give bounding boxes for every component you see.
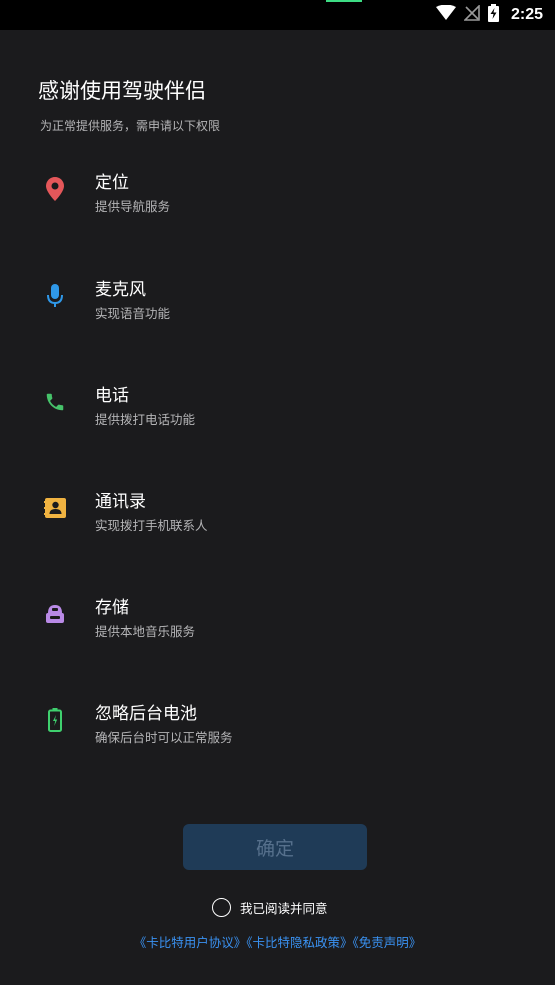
permission-item-storage: 存储 提供本地音乐服务 [0,598,555,671]
phone-icon [42,389,68,415]
agreement-radio[interactable] [212,897,231,917]
user-agreement-link[interactable]: 《卡比特用户协议》 [134,935,247,950]
wifi-icon [435,4,456,25]
status-indicator [326,0,362,2]
disclaimer-link[interactable]: 《免责声明》 [353,935,422,950]
agreement-row[interactable]: 我已阅读并同意 [212,897,328,917]
permission-item-contacts: 通讯录 实现拨打手机联系人 [0,492,555,565]
permission-item-battery: 忽略后台电池 确保后台时可以正常服务 [0,704,555,777]
status-icons: 2:25 [435,0,543,30]
confirm-button[interactable]: 确定 [183,824,367,870]
permission-desc: 提供拨打电话功能 [95,412,196,427]
permission-item-phone: 电话 提供拨打电话功能 [0,386,555,459]
page-title: 感谢使用驾驶伴侣 [38,79,206,103]
policy-links: 《卡比特用户协议》《卡比特隐私政策》《免责声明》 [0,933,555,953]
permission-title: 定位 [95,173,129,193]
permission-desc: 实现拨打手机联系人 [95,518,208,533]
storage-icon [42,601,68,627]
contacts-book-icon [42,495,68,521]
permission-item-location: 定位 提供导航服务 [0,173,555,246]
permission-title: 存储 [95,598,129,618]
privacy-policy-link[interactable]: 《卡比特隐私政策》 [246,935,352,950]
microphone-icon [42,283,68,309]
permission-desc: 确保后台时可以正常服务 [95,730,233,745]
status-bar: 2:25 [0,0,555,30]
no-signal-icon [463,4,480,25]
page-subtitle: 为正常提供服务，需申请以下权限 [40,119,221,133]
battery-charging-icon [487,4,499,26]
permission-title: 忽略后台电池 [95,704,197,724]
permission-title: 通讯录 [95,492,146,512]
permission-desc: 实现语音功能 [95,306,171,321]
battery-icon [42,707,68,733]
agreement-label: 我已阅读并同意 [240,900,328,916]
permission-title: 电话 [95,386,129,406]
permission-item-microphone: 麦克风 实现语音功能 [0,280,555,353]
status-time: 2:25 [510,6,543,23]
permission-desc: 提供导航服务 [95,199,171,214]
location-pin-icon [42,176,68,202]
permission-title: 麦克风 [95,280,146,300]
permission-desc: 提供本地音乐服务 [95,624,196,639]
